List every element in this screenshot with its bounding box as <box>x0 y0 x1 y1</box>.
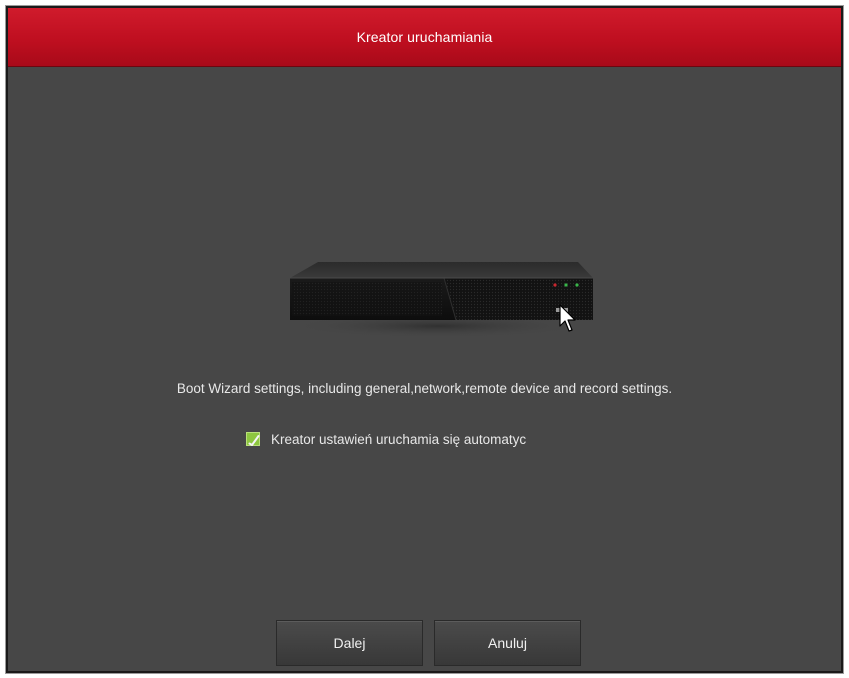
mouse-cursor-icon <box>559 304 576 332</box>
boot-wizard-dialog: Kreator uruchamiania Boot Wizard setting… <box>6 6 843 673</box>
dialog-title: Kreator uruchamiania <box>356 29 493 45</box>
dialog-titlebar: Kreator uruchamiania <box>8 8 841 67</box>
auto-start-label: Kreator ustawień uruchamia się automatyc <box>271 431 527 447</box>
auto-start-option[interactable]: Kreator ustawień uruchamia się automatyc <box>246 429 583 449</box>
cancel-button[interactable]: Anuluj <box>434 620 581 666</box>
wizard-description: Boot Wizard settings, including general,… <box>176 381 673 396</box>
next-button[interactable]: Dalej <box>276 620 423 666</box>
checkbox-checked-icon[interactable] <box>246 432 260 446</box>
nvr-device-icon <box>288 262 593 338</box>
